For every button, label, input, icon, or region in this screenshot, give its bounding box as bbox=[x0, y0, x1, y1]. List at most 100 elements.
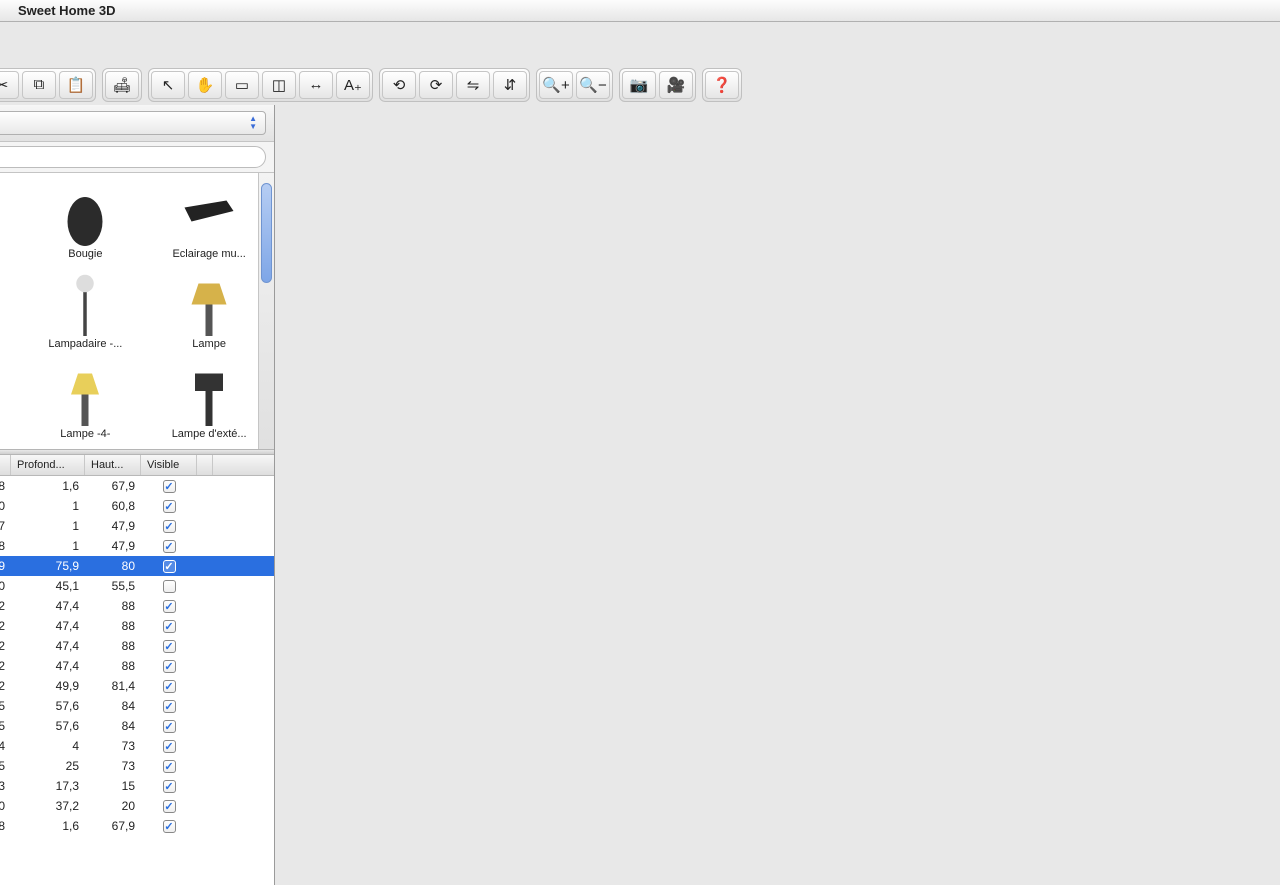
col-height[interactable]: Haut... bbox=[85, 455, 141, 475]
table-row[interactable]: Cadre Inari481,667,9✓ bbox=[0, 476, 274, 496]
row-width: 120 bbox=[0, 499, 11, 513]
row-visible-checkbox[interactable]: ✓ bbox=[163, 700, 176, 713]
catalog-item[interactable]: Lampe -4- bbox=[25, 357, 147, 445]
row-visible-checkbox[interactable]: ✓ bbox=[163, 520, 176, 533]
row-height: 55,5 bbox=[85, 579, 141, 593]
row-visible-checkbox[interactable]: ✓ bbox=[163, 760, 176, 773]
table-row[interactable]: Chaise en teck49,557,684✓ bbox=[0, 696, 274, 716]
table-row[interactable]: Cadre Mont Blanc120160,8✓ bbox=[0, 496, 274, 516]
row-visible-checkbox[interactable]: ✓ bbox=[163, 560, 176, 573]
row-width: 48,7 bbox=[0, 519, 11, 533]
row-height: 88 bbox=[85, 659, 141, 673]
catalog-item[interactable]: Lampe d'exté... bbox=[148, 357, 270, 445]
row-depth: 4 bbox=[11, 739, 85, 753]
catalog-item[interactable]: Lampe -3- bbox=[0, 357, 23, 445]
table-header[interactable]: Nom ▲ Largeur Profond... Haut... Visible bbox=[0, 455, 274, 476]
col-visible[interactable]: Visible bbox=[141, 455, 197, 475]
help-button[interactable]: ❓ bbox=[705, 71, 739, 99]
zoom-in-button[interactable]: 🔍+ bbox=[539, 71, 573, 99]
row-depth: 49,9 bbox=[11, 679, 85, 693]
table-row[interactable]: Fragères -22181,667,9✓ bbox=[0, 816, 274, 836]
pan-button[interactable]: ✋ bbox=[188, 71, 222, 99]
catalog-item-label: Bougeoir bbox=[0, 246, 20, 264]
catalog-item[interactable]: Eclairage mu... bbox=[148, 177, 270, 265]
row-visible-checkbox[interactable]: ✓ bbox=[163, 680, 176, 693]
row-visible-checkbox[interactable]: ✓ bbox=[163, 620, 176, 633]
row-width: 60 bbox=[0, 579, 11, 593]
text-button[interactable]: A₊ bbox=[336, 71, 370, 99]
photo-button[interactable]: 📷 bbox=[622, 71, 656, 99]
copy-button[interactable]: ⧉ bbox=[22, 71, 56, 99]
catalog-item-label: Lampe bbox=[151, 336, 267, 354]
app-menu-name[interactable]: Sweet Home 3D bbox=[18, 3, 116, 18]
catalog-scrollbar[interactable] bbox=[258, 173, 274, 449]
select-button[interactable]: ↖ bbox=[151, 71, 185, 99]
video-button[interactable]: 🎥 bbox=[659, 71, 693, 99]
row-visible-checkbox[interactable]: ✓ bbox=[163, 600, 176, 613]
walls-button[interactable]: ▭ bbox=[225, 71, 259, 99]
dimensions-button[interactable]: ↔ bbox=[299, 71, 333, 99]
table-row[interactable]: Chaise -5-4247,488✓ bbox=[0, 596, 274, 616]
row-visible-checkbox[interactable]: ✓ bbox=[163, 720, 176, 733]
flip-h-button[interactable]: ⇋ bbox=[456, 71, 490, 99]
row-width: 21,3 bbox=[0, 779, 11, 793]
table-row[interactable]: Chaise en teck49,557,684✓ bbox=[0, 716, 274, 736]
row-height: 60,8 bbox=[85, 499, 141, 513]
catalog-item-label: Lampadaire -... bbox=[28, 336, 144, 354]
catalog-item-icon bbox=[50, 280, 120, 336]
rot-left-button[interactable]: ⟲ bbox=[382, 71, 416, 99]
rot-right-button[interactable]: ⟳ bbox=[419, 71, 453, 99]
row-depth: 75,9 bbox=[11, 559, 85, 573]
row-depth: 47,4 bbox=[11, 619, 85, 633]
catalog-item[interactable]: Bougie bbox=[25, 177, 147, 265]
row-visible-checkbox[interactable]: ✓ bbox=[163, 500, 176, 513]
row-visible-checkbox[interactable]: ✓ bbox=[163, 780, 176, 793]
table-row[interactable]: Cylindre252573✓ bbox=[0, 756, 274, 776]
row-visible-checkbox[interactable]: ✓ bbox=[163, 640, 176, 653]
col-width[interactable]: Largeur bbox=[0, 455, 11, 475]
paste-button[interactable]: 📋 bbox=[59, 71, 93, 99]
row-visible-checkbox[interactable]: ✓ bbox=[163, 480, 176, 493]
catalog-item[interactable]: Lampadaire -... bbox=[0, 267, 23, 355]
row-visible-checkbox[interactable]: ✓ bbox=[163, 740, 176, 753]
catalog-item[interactable]: Lampe bbox=[148, 267, 270, 355]
row-depth: 1 bbox=[11, 499, 85, 513]
row-visible-checkbox[interactable] bbox=[163, 580, 176, 593]
table-row[interactable]: Cadre Tigre62,8147,9✓ bbox=[0, 536, 274, 556]
table-row[interactable]: Chaise -5-4247,488✓ bbox=[0, 616, 274, 636]
table-row[interactable]: Chaise -6-53,249,981,4✓ bbox=[0, 676, 274, 696]
row-height: 88 bbox=[85, 639, 141, 653]
table-row[interactable]: Cadre Papillon48,7147,9✓ bbox=[0, 516, 274, 536]
category-select[interactable]: Lumières ▲▼ bbox=[0, 111, 266, 135]
row-width: 42 bbox=[0, 659, 11, 673]
row-width: 193,9 bbox=[0, 559, 11, 573]
rooms-button[interactable]: ◫ bbox=[262, 71, 296, 99]
catalog-item[interactable]: Bougeoir bbox=[0, 177, 23, 265]
flip-v-button[interactable]: ⇵ bbox=[493, 71, 527, 99]
table-row[interactable]: Chaise -5-4247,488✓ bbox=[0, 636, 274, 656]
col-depth[interactable]: Profond... bbox=[11, 455, 85, 475]
row-visible-checkbox[interactable]: ✓ bbox=[163, 660, 176, 673]
catalog-header: Catégorie: Lumières ▲▼ bbox=[0, 105, 274, 142]
table-row[interactable]: Cylindre4473✓ bbox=[0, 736, 274, 756]
catalog-item[interactable]: Lampadaire -... bbox=[25, 267, 147, 355]
table-row[interactable]: Dérouleur WC21,317,315✓ bbox=[0, 776, 274, 796]
row-width: 49,5 bbox=[0, 719, 11, 733]
catalog-item-icon bbox=[174, 280, 244, 336]
row-visible-checkbox[interactable]: ✓ bbox=[163, 820, 176, 833]
zoom-out-button[interactable]: 🔍− bbox=[576, 71, 610, 99]
catalog-search-input[interactable]: 🔍 bbox=[0, 146, 266, 168]
row-height: 47,9 bbox=[85, 519, 141, 533]
cut-button[interactable]: ✂ bbox=[0, 71, 19, 99]
table-row[interactable]: Canapé193,975,980✓ bbox=[0, 556, 274, 576]
row-depth: 17,3 bbox=[11, 779, 85, 793]
table-row[interactable]: capa_Scene6045,155,5 bbox=[0, 576, 274, 596]
row-visible-checkbox[interactable]: ✓ bbox=[163, 540, 176, 553]
row-height: 67,9 bbox=[85, 479, 141, 493]
row-visible-checkbox[interactable]: ✓ bbox=[163, 800, 176, 813]
table-row[interactable]: Chaise -5-4247,488✓ bbox=[0, 656, 274, 676]
add-furniture-button[interactable]: 🛋 bbox=[105, 71, 139, 99]
row-height: 15 bbox=[85, 779, 141, 793]
catalog-item-label: Lampe -3- bbox=[0, 426, 20, 444]
table-row[interactable]: Eclairage mural3037,220✓ bbox=[0, 796, 274, 816]
